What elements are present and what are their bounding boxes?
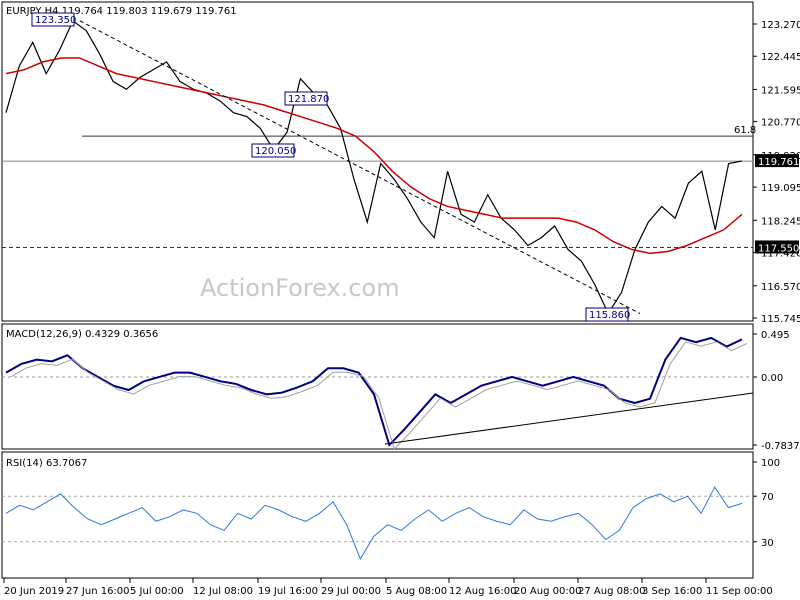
chart-svg: EURJPY,H4 119.764 119.803 119.679 119.76… bbox=[1, 1, 800, 597]
x-tick-label: 19 Jul 16:00 bbox=[258, 586, 318, 597]
x-tick-label: 5 Aug 08:00 bbox=[386, 586, 447, 597]
x-tick-label: 12 Jul 08:00 bbox=[193, 586, 253, 597]
x-tick-label: 20 Jun 2019 bbox=[4, 586, 64, 597]
rsi-tick-label: 100 bbox=[761, 458, 780, 469]
rsi-tick-label: 30 bbox=[761, 538, 774, 549]
price-annotation-label: 120.050 bbox=[255, 146, 296, 157]
x-tick-label: 3 Sep 16:00 bbox=[642, 586, 702, 597]
watermark: ActionForex.com bbox=[200, 274, 400, 302]
macd-series bbox=[5, 336, 754, 450]
macd-title: MACD(12,26,9) 0.4329 0.3656 bbox=[6, 329, 158, 340]
rsi-tick-label: 70 bbox=[761, 492, 774, 503]
price-tick-label: 115.745 bbox=[761, 314, 800, 325]
trend-line bbox=[79, 20, 641, 314]
price-annotation-label: 115.860 bbox=[589, 310, 630, 321]
macd-tick-label: -0.7837 bbox=[761, 441, 800, 452]
price-tick-label: 123.270 bbox=[761, 20, 800, 31]
price-series bbox=[5, 19, 743, 315]
x-tick-label: 29 Jul 00:00 bbox=[321, 586, 381, 597]
level-badge-label: 117.550 bbox=[758, 243, 799, 254]
price-tick-label: 118.245 bbox=[761, 216, 800, 227]
x-tick-label: 27 Jun 16:00 bbox=[66, 586, 130, 597]
macd-tick-label: 0.00 bbox=[761, 373, 783, 384]
macd-trend-line bbox=[384, 392, 754, 445]
level-label: 61.8 bbox=[734, 125, 756, 136]
x-tick-label: 12 Aug 16:00 bbox=[449, 586, 516, 597]
macd-signal-line bbox=[10, 341, 748, 450]
x-tick-label: 27 Aug 08:00 bbox=[578, 586, 645, 597]
price-annotation-label: 121.870 bbox=[288, 94, 329, 105]
price-tick-label: 120.770 bbox=[761, 118, 800, 129]
rsi-line bbox=[5, 486, 743, 561]
chart-root: EURJPY,H4 119.764 119.803 119.679 119.76… bbox=[0, 0, 800, 600]
level-badge-label: 119.761 bbox=[758, 157, 799, 168]
x-tick-label: 5 Jul 00:00 bbox=[130, 586, 184, 597]
rsi-series bbox=[5, 486, 743, 561]
x-tick-label: 11 Sep 00:00 bbox=[706, 586, 773, 597]
rsi-axis: 100 70 30 bbox=[2, 458, 780, 549]
price-tick-label: 121.595 bbox=[761, 85, 800, 96]
x-axis: 20 Jun 2019 27 Jun 16:00 5 Jul 00:00 12 Jul… bbox=[3, 578, 773, 597]
price-line bbox=[5, 19, 743, 315]
price-annotation-label: 123.350 bbox=[35, 15, 76, 26]
x-tick-label: 20 Aug 00:00 bbox=[514, 586, 581, 597]
moving-average-line bbox=[5, 57, 743, 255]
macd-tick-label: 0.495 bbox=[761, 330, 790, 341]
price-tick-label: 122.445 bbox=[761, 52, 800, 63]
rsi-title: RSI(14) 63.7067 bbox=[6, 458, 87, 469]
price-tick-label: 116.570 bbox=[761, 282, 800, 293]
rsi-panel-frame bbox=[1, 451, 754, 579]
price-axis: 123.270122.445121.595120.770119.920119.0… bbox=[753, 20, 800, 325]
price-tick-label: 119.095 bbox=[761, 183, 800, 194]
